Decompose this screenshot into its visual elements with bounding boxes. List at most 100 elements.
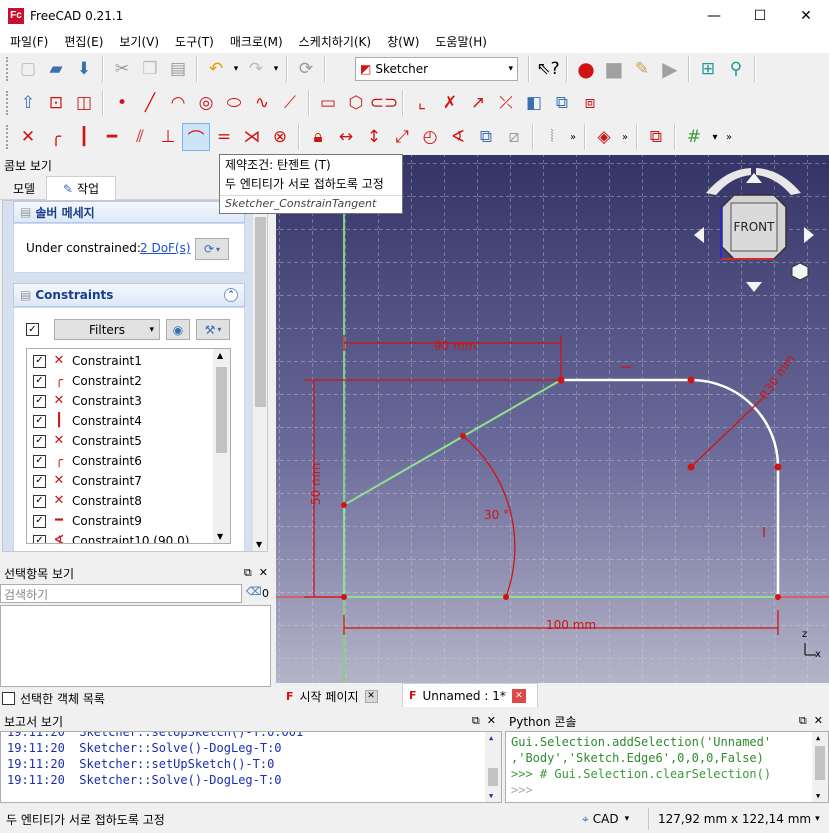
menu-tools[interactable]: 도구(T): [167, 31, 222, 53]
close-button[interactable]: ✕: [783, 0, 829, 31]
filters-dropdown[interactable]: Filters ▾: [54, 319, 160, 340]
view-section-icon[interactable]: ◫: [70, 89, 98, 117]
dim-left-label[interactable]: 50 mm: [309, 463, 323, 505]
chevron-down-icon[interactable]: ▼: [489, 792, 493, 800]
list-item[interactable]: ✓ ┃ Constraint4: [27, 411, 142, 431]
constrain-coincident-icon[interactable]: ✕: [14, 123, 42, 151]
list-item[interactable]: ✓ ✕ Constraint8: [27, 491, 142, 511]
toolbar-overflow-icon[interactable]: »: [618, 123, 632, 151]
virtual-space-icon[interactable]: ⧉: [642, 123, 670, 151]
list-item[interactable]: ✓ ╭ Constraint2: [27, 371, 142, 391]
list-item[interactable]: ✓ ✕ Constraint1: [27, 351, 142, 371]
polyline-icon[interactable]: ⟋: [276, 89, 304, 117]
dock-buttons[interactable]: ⧉ ✕: [472, 714, 496, 728]
constrain-lock-icon[interactable]: 🔒︎: [304, 123, 332, 151]
refresh-icon[interactable]: ⟳: [292, 55, 320, 83]
toggle-driving-icon[interactable]: ⧉: [472, 123, 500, 151]
macro-run-icon[interactable]: ▶: [656, 55, 684, 83]
extend-icon[interactable]: ↗: [464, 89, 492, 117]
zoom-fit-icon[interactable]: ⚲: [722, 55, 750, 83]
chevron-up-icon[interactable]: ▲: [816, 734, 820, 742]
menu-file[interactable]: 파일(F): [2, 31, 56, 53]
list-scrollbar[interactable]: ▲ ▼: [213, 349, 230, 543]
slot-icon[interactable]: ⊂⊃: [370, 89, 399, 117]
bspline-tools-icon[interactable]: ◈: [590, 123, 618, 151]
selection-checkbox-row[interactable]: 선택한 객체 목록: [2, 690, 105, 707]
arc-icon[interactable]: ◠: [164, 89, 192, 117]
scrollbar-thumb[interactable]: [255, 217, 266, 407]
collapse-icon[interactable]: ⌃: [224, 288, 238, 302]
list-item[interactable]: ✓ ∢ Constraint10 (90.0): [27, 531, 189, 543]
maximize-button[interactable]: ☐: [737, 0, 783, 31]
constraint-checkbox[interactable]: ✓: [33, 394, 46, 408]
constraint-checkbox[interactable]: ✓: [33, 494, 46, 508]
navcube-face-label[interactable]: FRONT: [734, 220, 776, 234]
chevron-down-icon[interactable]: ▾: [708, 123, 722, 151]
constrain-equal-icon[interactable]: =: [210, 123, 238, 151]
external-geometry-icon[interactable]: ◧: [520, 89, 548, 117]
macro-record-icon[interactable]: ●: [572, 55, 600, 83]
list-item[interactable]: ✓ ✕ Constraint7: [27, 471, 142, 491]
constrain-block-icon[interactable]: ⊗: [266, 123, 294, 151]
undo-icon[interactable]: ↶: [202, 55, 230, 83]
whats-this-icon[interactable]: ⇖?: [534, 55, 562, 83]
object-list-checkbox[interactable]: [2, 692, 15, 705]
carbon-copy-icon[interactable]: ⧉: [548, 89, 576, 117]
minimize-button[interactable]: —: [691, 0, 737, 31]
constrain-tangent-icon[interactable]: ⌒: [182, 123, 210, 151]
scrollbar-thumb[interactable]: [216, 367, 227, 453]
constraints-header[interactable]: ▤ Constraints ⌃: [13, 283, 245, 307]
constrain-horizontal-icon[interactable]: ━: [98, 123, 126, 151]
dim-bottom-label[interactable]: 100 mm: [546, 618, 596, 632]
toolbar-grip[interactable]: [6, 125, 10, 149]
search-input[interactable]: 검색하기: [0, 584, 242, 603]
menu-window[interactable]: 창(W): [379, 31, 427, 53]
dim-top-label[interactable]: 90 mm: [434, 339, 476, 353]
sketch-canvas[interactable]: 90 mm 50 mm 100 mm R30 mm 30 ° FRONT z x: [276, 155, 829, 683]
constrain-distance-x-icon[interactable]: ↔: [332, 123, 360, 151]
new-file-icon[interactable]: ▢: [14, 55, 42, 83]
constrain-point-on-object-icon[interactable]: ╭: [42, 123, 70, 151]
rectangle-icon[interactable]: ▭: [314, 89, 342, 117]
constraint-checkbox[interactable]: ✓: [33, 454, 46, 468]
point-icon[interactable]: •: [108, 89, 136, 117]
dimension-readout[interactable]: 127,92 mm x 122,14 mm ▾: [658, 810, 820, 828]
list-item[interactable]: ✓ ━ Constraint9: [27, 511, 142, 531]
constrain-angle-icon[interactable]: ∢: [444, 123, 472, 151]
nav-style-selector[interactable]: ⌖ CAD ▾: [582, 810, 629, 828]
constraint-checkbox[interactable]: ✓: [33, 354, 46, 368]
zoom-box-icon[interactable]: ⊞: [694, 55, 722, 83]
solver-messages-header[interactable]: ▤ 솔버 메세지: [13, 201, 245, 223]
chevron-down-icon[interactable]: ▼: [816, 792, 820, 800]
nav-menu-cube-icon[interactable]: [791, 262, 809, 281]
tab-task[interactable]: ✎ 작업: [46, 176, 116, 200]
menu-macro[interactable]: 매크로(M): [222, 31, 291, 53]
clear-search-icon[interactable]: ⌫: [246, 585, 262, 598]
3d-viewport[interactable]: 90 mm 50 mm 100 mm R30 mm 30 ° FRONT z x: [276, 155, 829, 683]
constraint-checkbox[interactable]: ✓: [33, 374, 46, 388]
constrain-distance-icon[interactable]: ⤢: [388, 123, 416, 151]
constraint-checkbox[interactable]: ✓: [33, 414, 46, 428]
macro-edit-icon[interactable]: ✎: [628, 55, 656, 83]
menu-view[interactable]: 보기(V): [111, 31, 167, 53]
macro-stop-icon[interactable]: ■: [600, 55, 628, 83]
scrollbar-thumb[interactable]: [815, 746, 825, 780]
auto-update-button[interactable]: ⟳ ▾: [195, 238, 229, 260]
report-output[interactable]: 19:11:20 Sketcher::setUpSketch()-T:0.001…: [0, 731, 502, 803]
paste-icon[interactable]: ▤: [164, 55, 192, 83]
toolbar-grip[interactable]: [6, 91, 10, 115]
save-file-icon[interactable]: ⬇: [70, 55, 98, 83]
constraint-list[interactable]: ✓ ✕ Constraint1 ✓ ╭ Constraint2 ✓ ✕ Constraint…: [26, 348, 231, 544]
toolbar-overflow-icon[interactable]: »: [722, 123, 736, 151]
menu-edit[interactable]: 편집(E): [56, 31, 111, 53]
menu-sketch[interactable]: 스케치하기(K): [291, 31, 379, 53]
select-all-checkbox[interactable]: ✓: [26, 323, 39, 336]
workbench-selector[interactable]: ◩ Sketcher ▾: [355, 57, 518, 81]
tab-start-page[interactable]: F 시작 페이지 ✕: [280, 685, 398, 707]
constraint-checkbox[interactable]: ✓: [33, 434, 46, 448]
undo-dropdown-icon[interactable]: ▾: [230, 55, 242, 83]
constraint-checkbox[interactable]: ✓: [33, 514, 46, 528]
view-sketch-icon[interactable]: ⊡: [42, 89, 70, 117]
polygon-icon[interactable]: ⬡: [342, 89, 370, 117]
chevron-down-icon[interactable]: ▼: [256, 540, 262, 549]
